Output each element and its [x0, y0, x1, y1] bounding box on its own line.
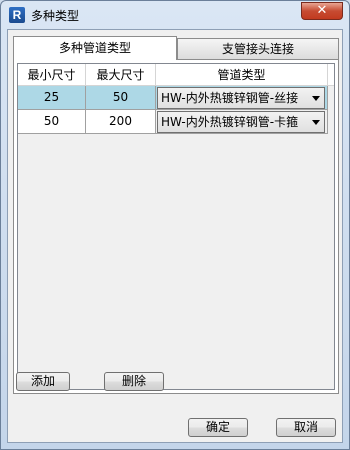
dropdown-arrow-icon[interactable]: [312, 96, 320, 101]
cancel-button[interactable]: 取消: [276, 418, 336, 437]
tab-panel: 最小尺寸 最大尺寸 管道类型 25 50 HW-内外热镀锌钢管-丝接 50 20…: [13, 59, 339, 394]
delete-button[interactable]: 删除: [104, 372, 164, 391]
pipe-type-value: HW-内外热镀锌钢管-丝接: [161, 91, 299, 105]
min-size-cell[interactable]: 50: [18, 110, 86, 134]
column-header-min-size[interactable]: 最小尺寸: [18, 64, 86, 86]
dialog-client-area: 多种管道类型 支管接头连接 最小尺寸 最大尺寸 管道类型 25 50 HW-内外…: [7, 29, 343, 443]
column-header-filler: [328, 64, 334, 86]
revit-app-icon: R: [9, 7, 25, 23]
pipe-type-cell: HW-内外热镀锌钢管-丝接: [156, 86, 328, 110]
add-button[interactable]: 添加: [16, 372, 70, 391]
table-row[interactable]: 25 50 HW-内外热镀锌钢管-丝接: [18, 86, 334, 110]
tab-branch-fitting-connection[interactable]: 支管接头连接: [177, 38, 339, 59]
pipe-type-dropdown[interactable]: HW-内外热镀锌钢管-卡箍: [157, 111, 325, 133]
pipe-type-grid: 最小尺寸 最大尺寸 管道类型 25 50 HW-内外热镀锌钢管-丝接 50 20…: [17, 63, 335, 390]
max-size-cell[interactable]: 50: [86, 86, 156, 110]
grid-header: 最小尺寸 最大尺寸 管道类型: [18, 64, 334, 86]
title-bar[interactable]: R 多种类型 ✕: [1, 1, 349, 29]
column-header-pipe-type[interactable]: 管道类型: [156, 64, 328, 86]
pipe-type-dropdown[interactable]: HW-内外热镀锌钢管-丝接: [157, 87, 325, 109]
close-button[interactable]: ✕: [301, 2, 343, 20]
dialog-window: R 多种类型 ✕ 多种管道类型 支管接头连接 最小尺寸 最大尺寸 管道类型 25…: [0, 0, 350, 450]
min-size-cell[interactable]: 25: [18, 86, 86, 110]
dropdown-arrow-icon[interactable]: [312, 120, 320, 125]
max-size-cell[interactable]: 200: [86, 110, 156, 134]
column-header-max-size[interactable]: 最大尺寸: [86, 64, 156, 86]
tab-multiple-pipe-types[interactable]: 多种管道类型: [13, 36, 177, 60]
pipe-type-cell: HW-内外热镀锌钢管-卡箍: [156, 110, 328, 134]
window-title: 多种类型: [31, 9, 80, 23]
table-row[interactable]: 50 200 HW-内外热镀锌钢管-卡箍: [18, 110, 334, 134]
ok-button[interactable]: 确定: [188, 418, 248, 437]
pipe-type-value: HW-内外热镀锌钢管-卡箍: [161, 115, 299, 129]
